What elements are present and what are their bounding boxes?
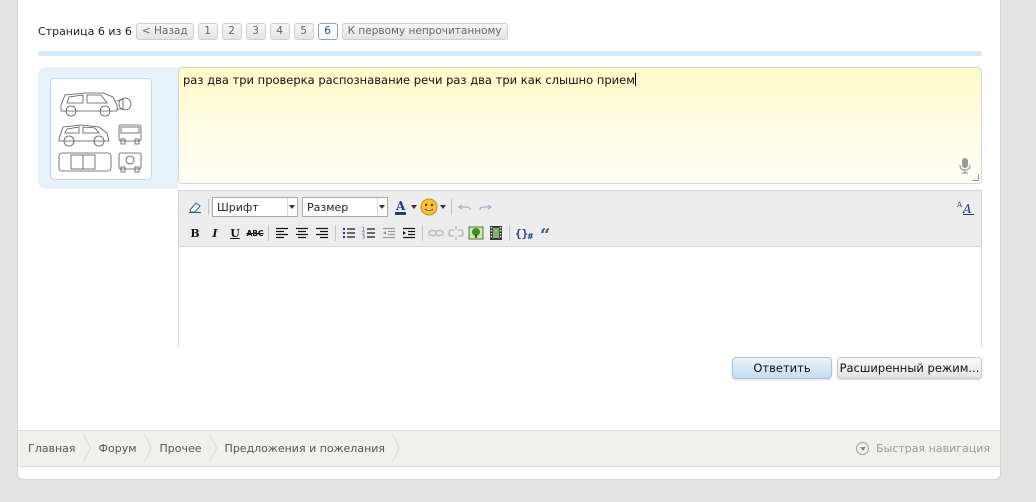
avatar[interactable] [50,78,152,180]
page-container: Страница 6 из 6 < Назад 1 2 3 4 5 6 К пе… [17,0,1001,480]
toolbar-separator [509,225,510,241]
resize-handle[interactable] [972,174,979,181]
breadcrumb-bar: Главная Форум Прочее Предложения и пожел… [18,430,1000,467]
font-select[interactable]: Шрифт [212,197,298,217]
toolbar-separator [422,225,423,241]
insert-image-icon[interactable] [466,223,486,243]
align-left-icon[interactable] [272,223,292,243]
advanced-mode-button[interactable]: Расширенный режим... [837,357,982,379]
eraser-icon[interactable] [185,197,205,217]
insert-video-icon[interactable] [486,223,506,243]
text-caret [634,73,636,86]
toolbar-row-1: Шрифт Размер A [185,196,495,218]
toolbar-separator [268,225,269,241]
switch-editor-mode-icon[interactable]: A A [957,199,975,215]
pagination-label: Страница 6 из 6 [38,24,132,38]
svg-text:A: A [395,199,406,213]
undo-icon[interactable] [455,197,475,217]
toolbar-separator [208,199,209,215]
toolbar-row-2: B I U ABC 123 {} # “ [185,223,557,243]
redo-icon[interactable] [475,197,495,217]
chevron-down-icon [289,205,295,209]
svg-text:“: “ [540,227,550,239]
pagination-page-3[interactable]: 3 [245,22,266,40]
chevron-down-circle-icon [856,442,870,455]
svg-text:3: 3 [362,235,365,240]
bold-button[interactable]: B [185,223,205,243]
quick-reply-text: раз два три проверка распознавание речи … [183,73,635,87]
editor-content-area[interactable] [179,247,981,347]
editor-toolbar: Шрифт Размер A A A B I U ABC 1 2 3 {} # … [179,191,981,247]
pagination: Страница 6 из 6 < Назад 1 2 3 4 5 6 К пе… [38,22,512,40]
indent-icon[interactable] [399,223,419,243]
divider-line [38,51,982,56]
chevron-down-icon [379,205,385,209]
svg-text:#: # [527,232,534,240]
smiley-icon [420,198,438,216]
align-right-icon[interactable] [312,223,332,243]
font-select-label: Шрифт [217,200,259,214]
breadcrumb-item-other[interactable]: Прочее [150,431,217,466]
microphone-icon[interactable] [959,158,971,174]
underline-button[interactable]: U [225,223,245,243]
pagination-page-current[interactable]: 6 [317,22,338,40]
italic-button[interactable]: I [205,223,225,243]
unlink-icon[interactable] [446,223,466,243]
quick-reply-textarea[interactable]: раз два три проверка распознавание речи … [178,67,982,184]
breadcrumb-item-forum[interactable]: Форум [89,431,152,466]
pagination-prev-button[interactable]: < Назад [135,22,194,40]
outdent-icon[interactable] [379,223,399,243]
car-blueprint-avatar-icon [58,92,142,173]
pagination-page-5[interactable]: 5 [293,22,314,40]
reply-button[interactable]: Ответить [732,357,832,379]
avatar-panel [38,67,178,189]
toolbar-separator [451,199,452,215]
chevron-down-icon [411,205,417,209]
pagination-page-1[interactable]: 1 [197,22,218,40]
text-color-button[interactable]: A [392,197,418,217]
link-icon[interactable] [426,223,446,243]
chevron-down-icon [440,205,446,209]
size-select[interactable]: Размер [302,197,388,217]
first-unread-button[interactable]: К первому непрочитанному [341,22,508,40]
pagination-page-4[interactable]: 4 [269,22,290,40]
quick-navigation-label: Быстрая навигация [876,442,990,455]
bulleted-list-icon[interactable] [339,223,359,243]
quote-icon[interactable]: “ [537,223,557,243]
size-select-label: Размер [307,200,349,214]
align-center-icon[interactable] [292,223,312,243]
numbered-list-icon[interactable]: 123 [359,223,379,243]
svg-text:A: A [962,202,972,215]
quick-navigation[interactable]: Быстрая навигация [856,431,990,466]
breadcrumb-item-home[interactable]: Главная [18,431,91,466]
text-color-icon: A [395,199,406,215]
rich-text-editor: Шрифт Размер A A A B I U ABC 1 2 3 {} # … [178,190,982,347]
pagination-page-2[interactable]: 2 [221,22,242,40]
toolbar-separator [335,225,336,241]
strikethrough-button[interactable]: ABC [245,223,265,243]
breadcrumb: Главная Форум Прочее Предложения и пожел… [18,431,400,466]
breadcrumb-item-suggestions[interactable]: Предложения и пожелания [215,431,400,466]
smiley-button[interactable] [418,197,448,217]
code-icon[interactable]: {} # [513,223,537,243]
